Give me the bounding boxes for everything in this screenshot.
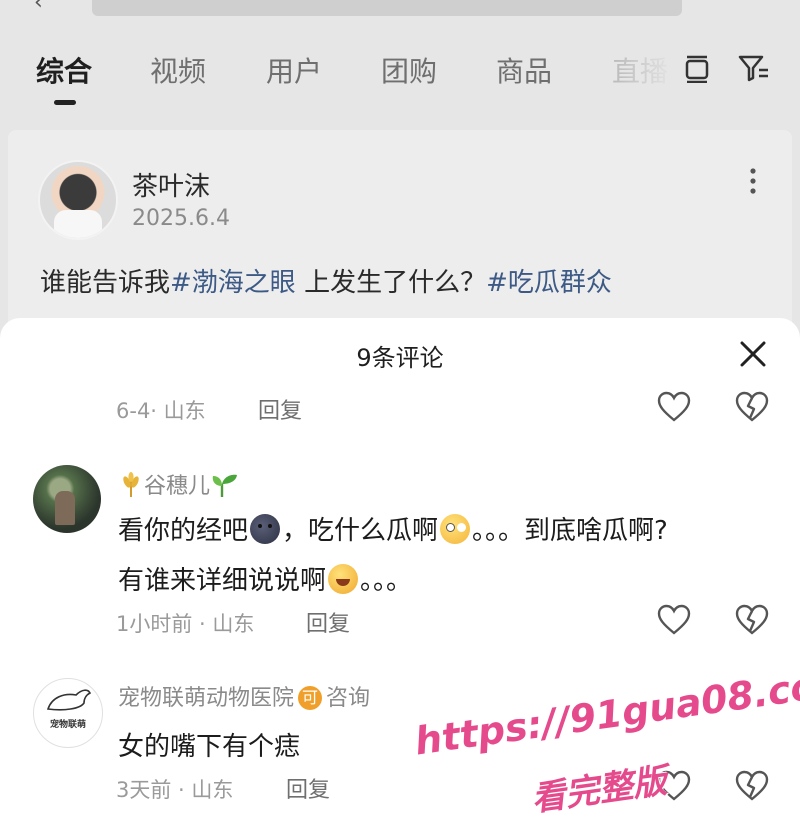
search-tabs: 综合 视频 用户 团购 商品 直播 xyxy=(0,40,800,110)
post-text-middle: 上发生了什么？ xyxy=(295,268,487,298)
sheet-title: 9条评论 xyxy=(356,344,444,372)
comment-text: 有谁来详细说说啊 。。。 xyxy=(118,560,412,597)
tab-video[interactable]: 视频 xyxy=(150,50,206,90)
avatar[interactable] xyxy=(38,160,118,240)
comment-username-text[interactable]: 宠物联萌动物医院 xyxy=(118,686,294,711)
screen: ‹ 综合 视频 用户 团购 商品 直播 茶叶沫 2025.6.4 谁能告诉我#渤… xyxy=(0,0,800,827)
avatar-logo-text: 宠物联萌 xyxy=(49,720,86,730)
reply-button[interactable]: 回复 xyxy=(306,606,350,638)
tab-users[interactable]: 用户 xyxy=(266,50,322,90)
tab-all[interactable]: 综合 xyxy=(36,50,92,90)
comment-text-part: 有谁来详细说说啊 xyxy=(118,566,327,596)
laughing-emoji-icon xyxy=(328,564,359,594)
more-icon[interactable] xyxy=(748,166,758,196)
post-text-prefix: 谁能告诉我 xyxy=(40,268,171,298)
comment-meta: 1小时前 · 山东 xyxy=(116,612,255,636)
comment-username[interactable]: 谷穗儿 xyxy=(118,468,240,500)
dislike-icon[interactable] xyxy=(735,391,769,423)
comment-text-part: 看你的经吧 xyxy=(118,516,249,546)
hashtag-link[interactable]: #渤海之眼 xyxy=(170,268,296,298)
post-text: 谁能告诉我#渤海之眼 上发生了什么？#吃瓜群众 xyxy=(40,262,612,299)
reply-button[interactable]: 回复 xyxy=(258,393,302,425)
search-bar[interactable] xyxy=(92,0,682,16)
avatar-figure xyxy=(55,491,75,525)
consult-link[interactable]: 咨询 xyxy=(326,686,370,711)
moon-face-emoji-icon xyxy=(250,514,281,544)
comment-meta: 3天前 · 山东 xyxy=(116,778,234,802)
back-arrow-icon[interactable]: ‹ xyxy=(34,0,43,15)
list-icon[interactable] xyxy=(684,55,710,83)
wheat-icon xyxy=(123,472,139,497)
comment-username-text[interactable]: 谷穗儿 xyxy=(144,474,210,499)
sprout-icon xyxy=(212,474,238,497)
avatar-shirt xyxy=(54,210,102,238)
avatar[interactable] xyxy=(33,465,101,533)
comment-text-part: 。。。 xyxy=(360,566,413,596)
avatar[interactable]: 宠物联萌 xyxy=(33,678,103,748)
post-author[interactable]: 茶叶沫 xyxy=(132,166,210,203)
post-date: 2025.6.4 xyxy=(132,206,230,231)
post-card[interactable] xyxy=(8,130,792,330)
badge: 可 xyxy=(298,686,323,710)
comment-text: 看你的经吧 ，吃什么瓜啊 。。。到底啥瓜啊? xyxy=(118,510,668,547)
close-icon[interactable] xyxy=(736,337,770,371)
tab-products[interactable]: 商品 xyxy=(496,50,552,90)
tabs-fade xyxy=(605,46,675,90)
heart-icon[interactable] xyxy=(657,604,691,636)
comment-text-part: 。。。到底啥瓜啊? xyxy=(472,516,668,546)
heart-icon[interactable] xyxy=(657,391,691,423)
dislike-icon[interactable] xyxy=(735,770,769,802)
comment-username[interactable]: 宠物联萌动物医院可咨询 xyxy=(118,680,370,712)
hashtag-link[interactable]: #吃瓜群众 xyxy=(486,268,612,298)
comment-text-part: ，吃什么瓜啊 xyxy=(282,516,439,546)
filter-icon[interactable] xyxy=(738,54,770,82)
tab-group-buy[interactable]: 团购 xyxy=(381,50,437,90)
active-tab-indicator xyxy=(54,100,76,105)
dislike-icon[interactable] xyxy=(735,604,769,636)
comment-meta: 6-4· 山东 xyxy=(116,399,206,423)
comment-text: 女的嘴下有个痣 xyxy=(118,732,301,762)
reply-button[interactable]: 回复 xyxy=(286,772,330,804)
eye-roll-emoji-icon xyxy=(440,514,471,544)
